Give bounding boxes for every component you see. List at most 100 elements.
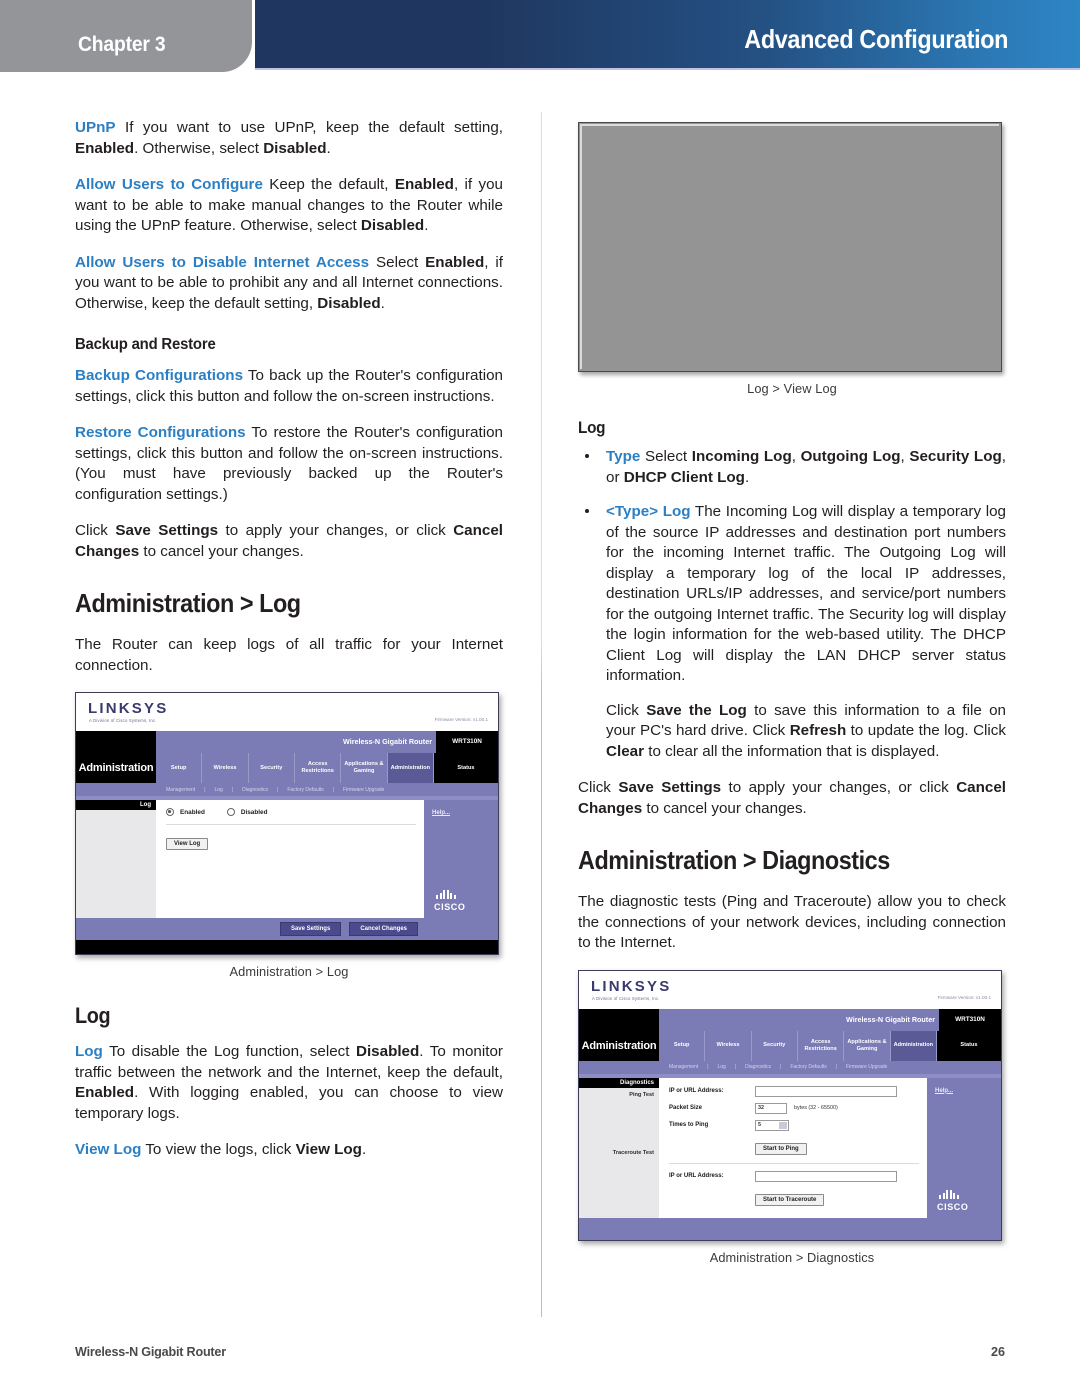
footer-document-title: Wireless-N Gigabit Router: [75, 1345, 226, 1359]
type-bold-3: Security Log: [909, 448, 1002, 465]
traceroute-test-side-label: Traceroute Test: [612, 1149, 654, 1156]
tab-access-restrictions[interactable]: Access Restrictions: [295, 753, 342, 783]
router-footer-log: Save Settings Cancel Changes: [76, 918, 498, 940]
router-sidehead-spacer-diag: [579, 1008, 659, 1031]
viewlog-text-2: .: [361, 1141, 367, 1158]
subtab-firmware-upgrade[interactable]: Firmware Upgrade: [335, 787, 392, 793]
subtab-log[interactable]: Log: [207, 787, 231, 793]
cancel-changes-button-log[interactable]: Cancel Changes: [349, 922, 418, 936]
bullet-type-log: <Type> Log The Incoming Log will display…: [578, 502, 1006, 687]
router-main-panel-log: Enabled Disabled View Log: [156, 800, 424, 918]
diagnostics-side-label: Diagnostics: [579, 1077, 659, 1088]
tab-setup-diag[interactable]: Setup: [659, 1030, 706, 1061]
select-times-to-ping[interactable]: 5: [755, 1119, 789, 1131]
input-traceroute-ip-url[interactable]: [755, 1170, 897, 1182]
caption-log-view-log: Log > View Log: [747, 381, 837, 396]
start-to-ping-button[interactable]: Start to Ping: [755, 1142, 807, 1155]
cisco-logo-diag: CISCO: [937, 1201, 969, 1212]
stl-text-4: to clear all the information that is dis…: [644, 742, 940, 760]
paragraph-upnp: UPnP If you want to use UPnP, keep the d…: [75, 118, 503, 159]
heading-administration-log: Administration > Log: [75, 588, 301, 618]
tab-applications-gaming[interactable]: Applications & Gaming: [341, 753, 388, 783]
tab-administration-diag[interactable]: Administration: [890, 1030, 937, 1061]
subtab-management-diag[interactable]: Management: [661, 1064, 706, 1070]
subtab-management[interactable]: Management: [158, 787, 203, 793]
term-restore-configurations: Restore Configurations: [75, 424, 246, 441]
left-column: UPnP If you want to use UPnP, keep the d…: [75, 118, 503, 1161]
help-link-log[interactable]: Help...: [432, 810, 450, 816]
tab-applications-gaming-diag[interactable]: Applications & Gaming: [844, 1030, 891, 1061]
router-model-name: Wireless-N Gigabit Router: [343, 737, 432, 746]
caption-administration-diagnostics: Administration > Diagnostics: [709, 1249, 875, 1265]
log-bold-2: Enabled: [75, 1084, 135, 1101]
term-log: Log: [75, 1043, 103, 1060]
page-title: Advanced Configuration: [744, 24, 1008, 54]
bullet-type: Type Select Incoming Log, Outgoing Log, …: [578, 447, 1006, 488]
sc-text-1: Click: [75, 522, 116, 539]
term-backup-configurations: Backup Configurations: [75, 367, 244, 384]
log-bullet-list: Type Select Incoming Log, Outgoing Log, …: [578, 447, 1006, 687]
scr-text-3: to cancel your changes.: [642, 799, 807, 817]
save-settings-button-log[interactable]: Save Settings: [279, 922, 342, 936]
paragraph-backup-configurations: Backup Configurations To back up the Rou…: [75, 366, 503, 407]
heading-backup-and-restore: Backup and Restore: [75, 336, 216, 353]
sc-bold-1: Save Settings: [115, 522, 219, 539]
row-ping-ip-url: IP or URL Address:: [669, 1085, 919, 1097]
subtab-log-diag[interactable]: Log: [710, 1064, 734, 1070]
tab-setup[interactable]: Setup: [156, 753, 203, 783]
router-tabs-diag: Setup Wireless Security Access Restricti…: [659, 1030, 1001, 1061]
linksys-logo-diag: LINKSYS: [591, 977, 672, 995]
router-section-title: Administration: [76, 753, 156, 783]
router-subtabs: Management | Log | Diagnostics | Factory De…: [76, 783, 498, 796]
paragraph-restore-configurations: Restore Configurations To restore the Ro…: [75, 423, 503, 505]
router-titlebar: LINKSYS A Division of Cisco Systems, Inc…: [76, 693, 498, 731]
paragraph-allow-users-configure: Allow Users to Configure Keep the defaul…: [75, 175, 503, 237]
router-model-bar-diag: Wireless-N Gigabit Router WRT310N: [659, 1008, 1001, 1031]
view-log-button[interactable]: View Log: [166, 838, 209, 850]
aud-text-1: Select: [369, 253, 426, 271]
help-link-diag[interactable]: Help...: [935, 1088, 953, 1094]
router-model-number-diag: WRT310N: [939, 1008, 1001, 1031]
type-text-5: .: [744, 468, 750, 486]
tab-administration[interactable]: Administration: [387, 753, 434, 783]
subtab-diagnostics[interactable]: Diagnostics: [234, 787, 276, 793]
tab-status[interactable]: Status: [433, 753, 498, 783]
subtab-firmware-upgrade-diag[interactable]: Firmware Upgrade: [838, 1064, 895, 1070]
router-tab-row-diag: Administration Setup Wireless Security A…: [579, 1030, 1001, 1061]
radio-disabled-icon[interactable]: [226, 808, 235, 816]
router-body-log: Log Enabled Disabled View Log Help... CI…: [76, 800, 498, 918]
router-ui-diagnostics-screenshot: LINKSYS A Division of Cisco Systems, Inc…: [578, 969, 1002, 1241]
tab-status-diag[interactable]: Status: [936, 1030, 1001, 1061]
typelog-text: The Incoming Log will display a temporar…: [606, 503, 1006, 684]
figure-log-view-log: Log > View Log: [578, 122, 1006, 396]
log-side-label: Log: [76, 800, 156, 810]
stl-text-1: Click: [606, 701, 647, 719]
router-model-row: Wireless-N Gigabit Router WRT310N: [76, 731, 498, 753]
tab-access-restrictions-diag[interactable]: Access Restrictions: [798, 1030, 845, 1061]
paragraph-save-cancel-right: Click Save Settings to apply your change…: [578, 778, 1006, 819]
input-packet-size[interactable]: 32: [755, 1102, 787, 1114]
tab-security-diag[interactable]: Security: [752, 1030, 798, 1061]
linksys-logo: LINKSYS: [88, 700, 169, 717]
term-allow-users-configure: Allow Users to Configure: [75, 176, 263, 193]
upnp-bold-1: Enabled: [75, 139, 135, 157]
start-to-traceroute-button[interactable]: Start to Traceroute: [755, 1193, 825, 1206]
router-sidehead-spacer: [76, 731, 156, 753]
radio-enabled-icon[interactable]: [166, 808, 174, 816]
input-ping-ip-url[interactable]: [755, 1085, 897, 1097]
view-log-screenshot-placeholder: [578, 122, 1002, 372]
subtab-diagnostics-diag[interactable]: Diagnostics: [737, 1064, 779, 1070]
subtab-factory-defaults[interactable]: Factory Defaults: [279, 787, 331, 793]
term-type: Type: [606, 448, 641, 465]
tab-wireless[interactable]: Wireless: [202, 753, 249, 783]
paragraph-allow-users-disable: Allow Users to Disable Internet Access S…: [75, 253, 503, 315]
router-subtabs-diag: Management | Log | Diagnostics | Factory De…: [579, 1060, 1001, 1074]
paragraph-view-log-item: View Log To view the logs, click View Lo…: [75, 1140, 503, 1161]
log-enable-radio-group[interactable]: Enabled Disabled: [166, 808, 416, 816]
subtab-factory-defaults-diag[interactable]: Factory Defaults: [782, 1064, 834, 1070]
router-titlebar-diag: LINKSYS A Division of Cisco Systems, Inc…: [579, 970, 1001, 1009]
tab-wireless-diag[interactable]: Wireless: [705, 1030, 752, 1061]
label-times-to-ping: Times to Ping: [669, 1122, 709, 1128]
term-upnp: UPnP: [75, 119, 116, 136]
tab-security[interactable]: Security: [249, 753, 295, 783]
